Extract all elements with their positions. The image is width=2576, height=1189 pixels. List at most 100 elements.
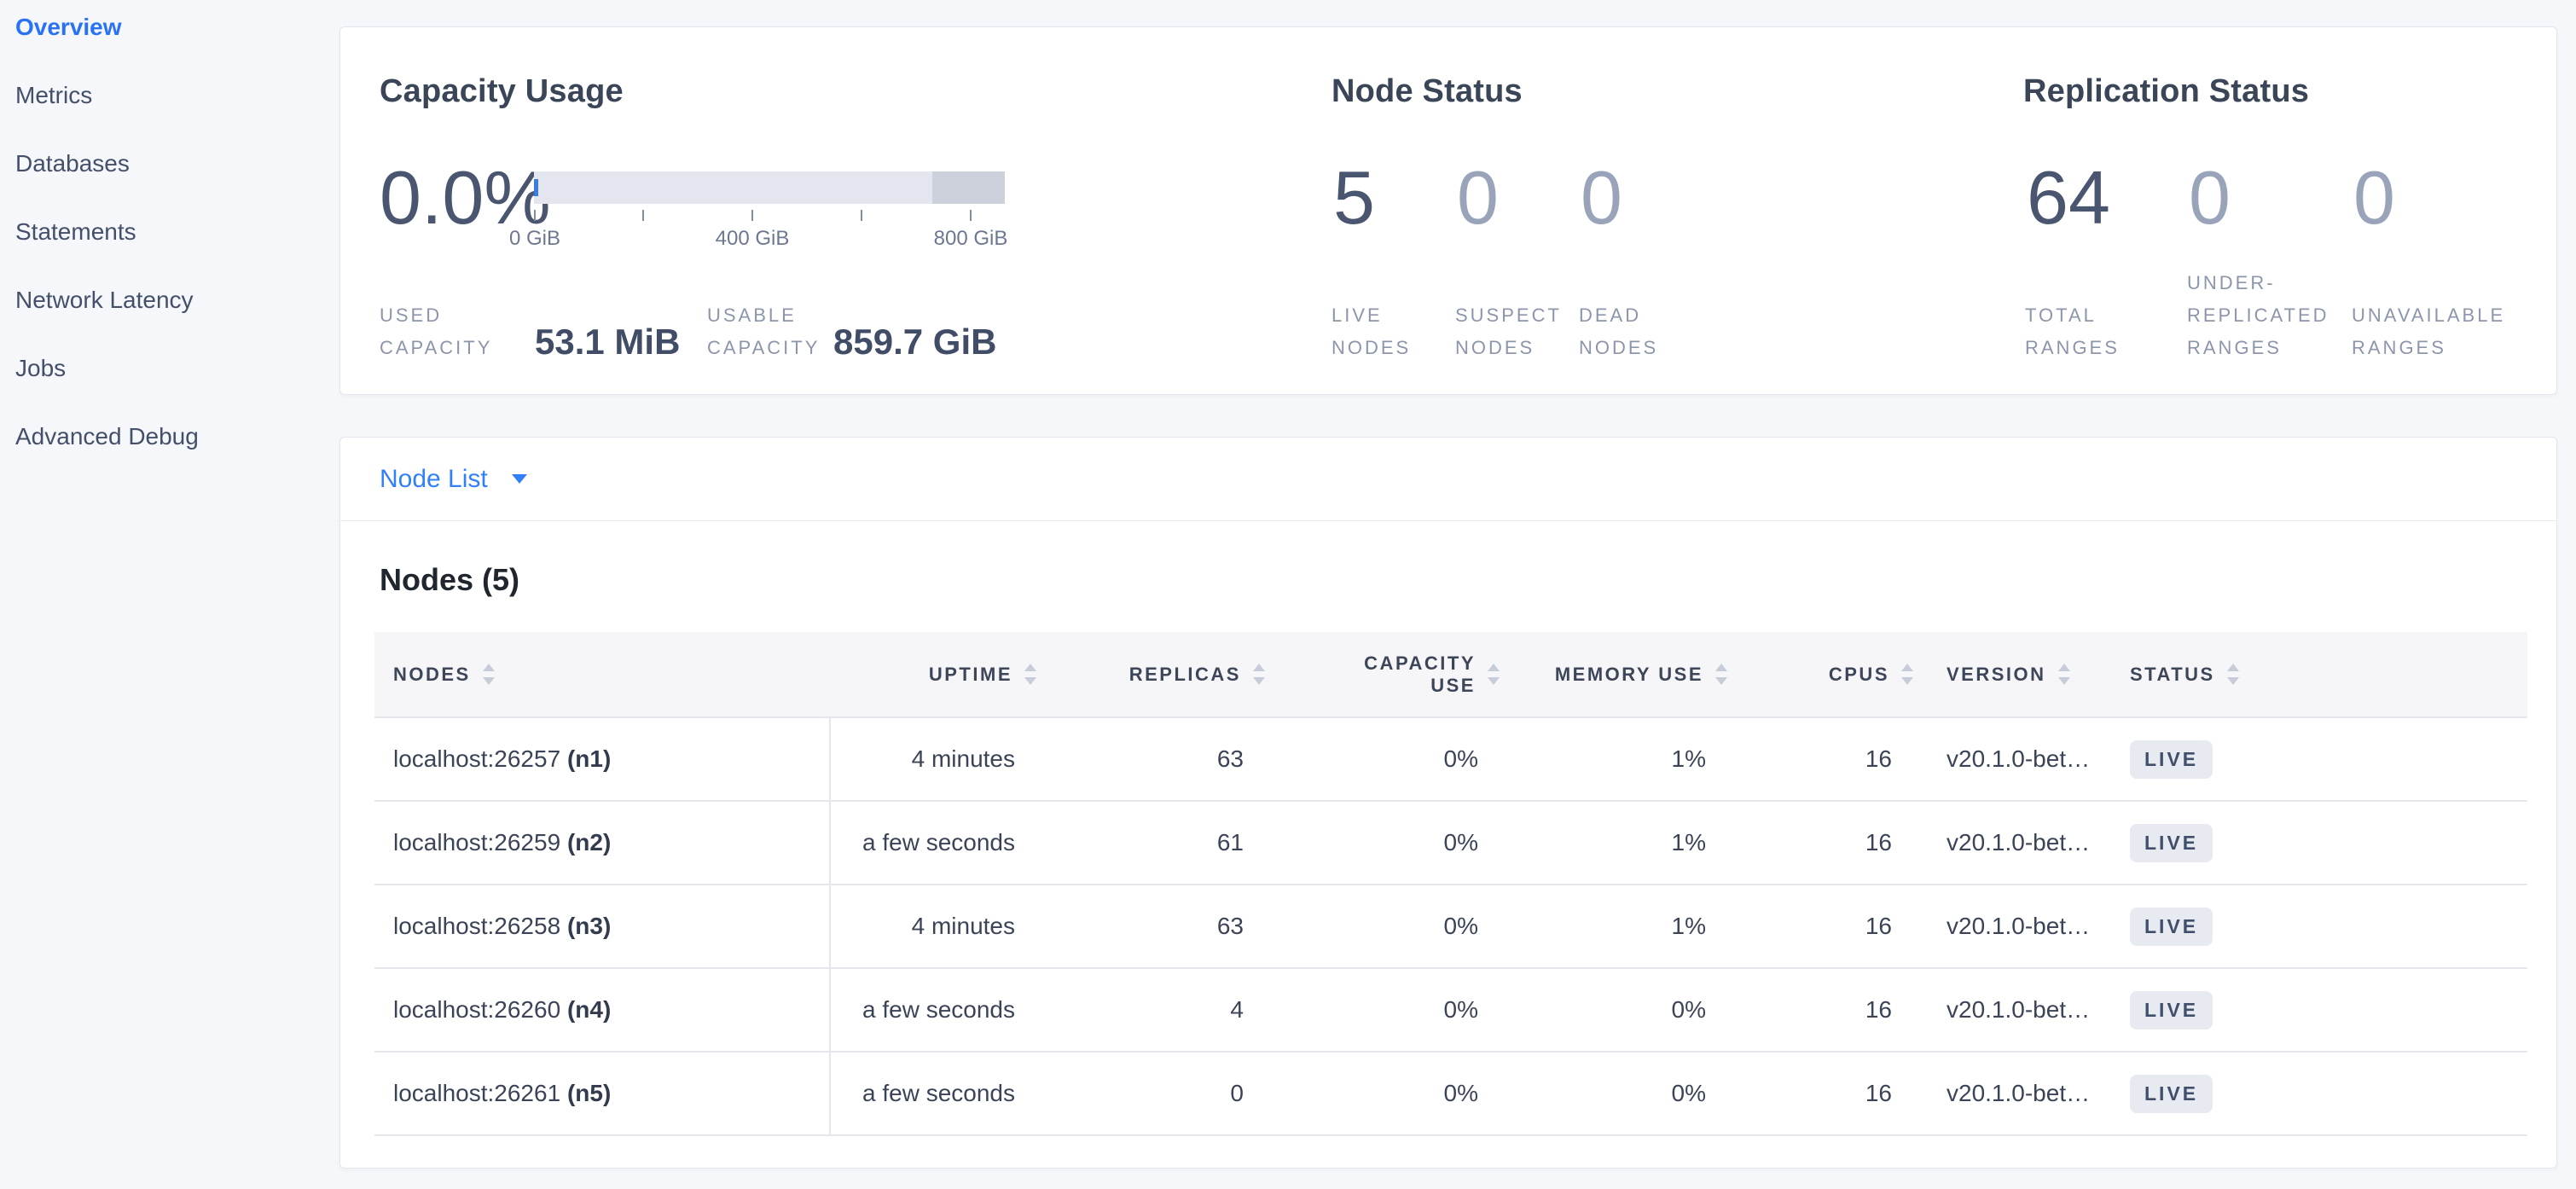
column-header-memory-use[interactable]: Memory Use	[1507, 632, 1735, 717]
sidebar-item-advanced-debug[interactable]: Advanced Debug	[15, 403, 199, 471]
capacity-use-cell: 0%	[1273, 884, 1507, 968]
suspect-nodes-label: SUSPECT NODES	[1455, 299, 1562, 364]
sort-icon	[1251, 663, 1267, 686]
suspect-nodes-count: 0	[1457, 160, 1499, 235]
uptime-cell: a few seconds	[830, 801, 1044, 884]
status-badge: LIVE	[2130, 740, 2213, 779]
uptime-cell: 4 minutes	[830, 717, 1044, 801]
under-replicated-ranges-label: UNDER- REPLICATED RANGES	[2187, 267, 2329, 364]
under-replicated-ranges-count: 0	[2189, 160, 2231, 235]
node-address-link[interactable]: localhost:26261	[393, 1080, 560, 1106]
table-row-node-5[interactable]: localhost:26261 (n5) a few seconds 0 0% …	[374, 1052, 2527, 1135]
node-address-link[interactable]: localhost:26258	[393, 913, 560, 939]
replicas-cell: 0	[1044, 1052, 1273, 1135]
sidebar-nav: Overview Metrics Databases Statements Ne…	[15, 0, 199, 471]
replication-status-title: Replication Status	[2023, 73, 2309, 110]
unavailable-ranges-count: 0	[2353, 160, 2395, 235]
node-list-card: Node List Nodes (5) Nodes Uptime Replica…	[339, 437, 2557, 1169]
usable-capacity-value: 859.7 GiB	[833, 322, 996, 362]
node-address-cell: localhost:26257 (n1)	[374, 717, 830, 801]
node-address-cell: localhost:26258 (n3)	[374, 884, 830, 968]
sidebar-item-statements[interactable]: Statements	[15, 198, 199, 266]
node-address-link[interactable]: localhost:26260	[393, 996, 560, 1023]
memory-use-cell: 1%	[1507, 884, 1735, 968]
capacity-used-percent: 0.0%	[380, 160, 551, 235]
column-header-uptime[interactable]: Uptime	[830, 632, 1044, 717]
sort-icon	[2225, 663, 2241, 686]
sort-icon	[1023, 663, 1038, 686]
sort-icon	[1900, 663, 1915, 686]
version-cell: v20.1.0-bet…	[1921, 717, 2104, 801]
memory-use-cell: 0%	[1507, 1052, 1735, 1135]
table-row-node-3[interactable]: localhost:26258 (n3) 4 minutes 63 0% 1% …	[374, 884, 2527, 968]
sidebar-item-metrics[interactable]: Metrics	[15, 61, 199, 130]
status-badge: LIVE	[2130, 991, 2213, 1030]
cpus-cell: 16	[1735, 801, 1921, 884]
capacity-use-cell: 0%	[1273, 717, 1507, 801]
version-cell: v20.1.0-bet…	[1921, 801, 2104, 884]
sort-icon	[2057, 663, 2072, 686]
usable-capacity-label: USABLE CAPACITY	[707, 299, 820, 364]
sidebar-item-network-latency[interactable]: Network Latency	[15, 266, 199, 334]
capacity-bar-chart	[534, 171, 1005, 204]
uptime-cell: 4 minutes	[830, 884, 1044, 968]
sidebar-item-jobs[interactable]: Jobs	[15, 334, 199, 403]
memory-use-cell: 0%	[1507, 968, 1735, 1052]
column-header-replicas[interactable]: Replicas	[1044, 632, 1273, 717]
cluster-summary-card: Capacity Usage 0.0% 0 GiB 400 GiB 800 Gi…	[339, 26, 2557, 395]
cpus-cell: 16	[1735, 968, 1921, 1052]
dead-nodes-label: DEAD NODES	[1579, 299, 1658, 364]
status-cell: LIVE	[2104, 968, 2527, 1052]
axis-label-0gib: 0 GiB	[509, 227, 560, 251]
uptime-cell: a few seconds	[830, 1052, 1044, 1135]
status-cell: LIVE	[2104, 1052, 2527, 1135]
node-address-link[interactable]: localhost:26259	[393, 829, 560, 856]
version-cell: v20.1.0-bet…	[1921, 968, 2104, 1052]
cpus-cell: 16	[1735, 717, 1921, 801]
nodes-table-heading: Nodes (5)	[380, 562, 519, 598]
node-list-dropdown[interactable]: Node List	[340, 438, 2556, 521]
capacity-use-cell: 0%	[1273, 801, 1507, 884]
sort-icon	[1486, 663, 1501, 686]
node-address-cell: localhost:26261 (n5)	[374, 1052, 830, 1135]
sidebar: Overview Metrics Databases Statements Ne…	[0, 0, 337, 1189]
nodes-table: Nodes Uptime Replicas Capacity Use Memor…	[374, 632, 2527, 1136]
nodes-table-header-row: Nodes Uptime Replicas Capacity Use Memor…	[374, 632, 2527, 717]
status-cell: LIVE	[2104, 884, 2527, 968]
dead-nodes-count: 0	[1581, 160, 1622, 235]
capacity-bar-used-marker	[534, 179, 538, 196]
total-ranges-count: 64	[2027, 160, 2110, 235]
column-header-capacity-use[interactable]: Capacity Use	[1273, 632, 1507, 717]
capacity-axis-ticks	[534, 210, 1005, 221]
sort-icon	[481, 663, 496, 686]
status-badge: LIVE	[2130, 908, 2213, 946]
table-row-node-1[interactable]: localhost:26257 (n1) 4 minutes 63 0% 1% …	[374, 717, 2527, 801]
capacity-use-cell: 0%	[1273, 1052, 1507, 1135]
axis-label-400gib: 400 GiB	[716, 227, 790, 251]
replicas-cell: 61	[1044, 801, 1273, 884]
sort-icon	[1714, 663, 1729, 686]
cpus-cell: 16	[1735, 1052, 1921, 1135]
sidebar-item-overview[interactable]: Overview	[15, 0, 199, 61]
column-header-cpus[interactable]: CPUs	[1735, 632, 1921, 717]
version-cell: v20.1.0-bet…	[1921, 884, 2104, 968]
unavailable-ranges-label: UNAVAILABLE RANGES	[2352, 299, 2505, 364]
node-address-cell: localhost:26260 (n4)	[374, 968, 830, 1052]
column-header-version[interactable]: Version	[1921, 632, 2104, 717]
column-header-nodes[interactable]: Nodes	[374, 632, 830, 717]
memory-use-cell: 1%	[1507, 801, 1735, 884]
version-cell: v20.1.0-bet…	[1921, 1052, 2104, 1135]
used-capacity-value: 53.1 MiB	[535, 322, 680, 362]
table-row-node-2[interactable]: localhost:26259 (n2) a few seconds 61 0%…	[374, 801, 2527, 884]
status-cell: LIVE	[2104, 717, 2527, 801]
capacity-bar-secondary-segment	[932, 171, 1005, 204]
live-nodes-label: LIVE NODES	[1332, 299, 1411, 364]
sidebar-item-databases[interactable]: Databases	[15, 130, 199, 198]
live-nodes-count: 5	[1333, 160, 1375, 235]
status-badge: LIVE	[2130, 1075, 2213, 1113]
capacity-use-cell: 0%	[1273, 968, 1507, 1052]
total-ranges-label: TOTAL RANGES	[2025, 299, 2120, 364]
node-address-link[interactable]: localhost:26257	[393, 745, 560, 772]
column-header-status[interactable]: Status	[2104, 632, 2527, 717]
table-row-node-4[interactable]: localhost:26260 (n4) a few seconds 4 0% …	[374, 968, 2527, 1052]
